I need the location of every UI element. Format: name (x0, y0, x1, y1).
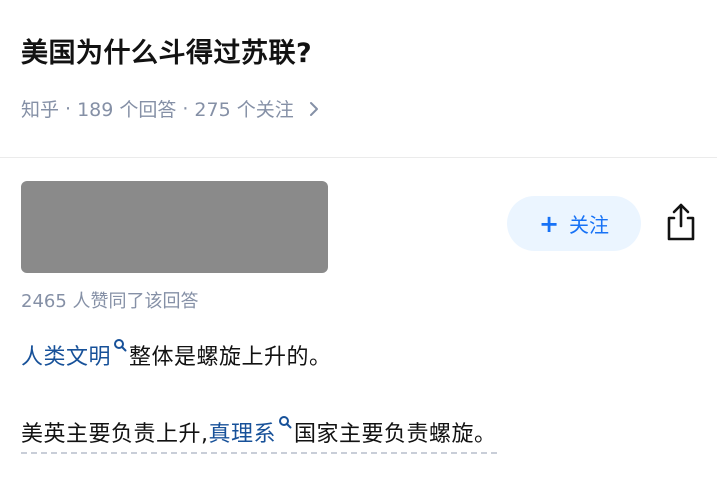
answer-text: 整体是螺旋上升的。 (129, 345, 332, 370)
redacted-author-info (21, 181, 328, 273)
share-icon[interactable] (664, 202, 698, 242)
keyword-link[interactable]: 人类文明 (21, 345, 111, 370)
meta-separator: · (182, 97, 189, 120)
question-meta[interactable]: 知乎 · 189 个回答 · 275 个关注 (21, 95, 322, 122)
followers-count: 275 个关注 (194, 99, 294, 121)
answer-text: 美英主要负责上升, (21, 422, 209, 447)
follow-button[interactable]: + 关注 (507, 196, 641, 251)
keyword-link[interactable]: 真理系 (209, 422, 277, 447)
source-label: 知乎 (21, 99, 60, 121)
answer-text: 国家主要负责螺旋。 (294, 422, 497, 447)
meta-separator: · (65, 97, 72, 120)
answer-paragraph: 人类文明 整体是螺旋上升的。 (21, 338, 332, 371)
search-sup-icon (114, 338, 127, 352)
plus-icon: + (538, 209, 560, 238)
search-sup-icon (279, 415, 292, 429)
chevron-right-icon (309, 101, 318, 116)
vote-count: 2465 人赞同了该回答 (21, 291, 199, 312)
answers-count: 189 个回答 (77, 99, 177, 121)
question-header: 美国为什么斗得过苏联? 知乎 · 189 个回答 · 275 个关注 (0, 0, 717, 158)
follow-label: 关注 (569, 213, 610, 237)
section-divider (0, 157, 717, 158)
question-title[interactable]: 美国为什么斗得过苏联? (21, 31, 312, 70)
answer-paragraph: 美英主要负责上升,真理系 国家主要负责螺旋。 (21, 415, 497, 454)
